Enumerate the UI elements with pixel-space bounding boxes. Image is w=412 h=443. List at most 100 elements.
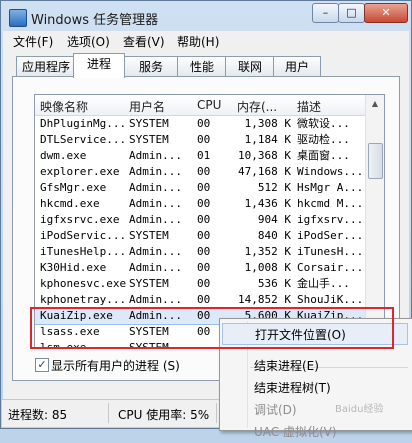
table-cell: 536 K <box>257 277 291 290</box>
table-cell: lsass.exe <box>40 325 100 338</box>
table-cell: igfxsrv... <box>297 213 364 226</box>
minimize-button[interactable]: – <box>312 3 339 23</box>
table-cell: igfxsrvc.exe <box>40 213 120 226</box>
table-cell: 512 K <box>257 181 291 194</box>
table-cell: 10,368 K <box>238 149 291 162</box>
show-all-users-label[interactable]: 显示所有用户的进程 (S) <box>51 357 180 374</box>
menu-file[interactable]: 文件(F) <box>13 33 53 50</box>
table-row[interactable]: DTLService... SYSTEM 00 1,184 K 驱动检... <box>35 132 365 148</box>
table-cell: Admin... <box>129 197 182 210</box>
table-cell: Admin... <box>129 149 182 162</box>
table-cell: 1,436 K <box>244 197 291 210</box>
table-cell: SYSTEM <box>129 133 169 146</box>
tab-applications[interactable]: 应用程序 <box>16 56 76 77</box>
table-cell: Admin... <box>129 165 182 178</box>
menu-view[interactable]: 查看(V) <box>123 33 165 50</box>
ctx-end-process-tree[interactable]: 结束进程树(T) <box>222 377 408 399</box>
table-cell: SYSTEM <box>129 117 169 130</box>
table-cell: 1,308 K <box>244 117 291 130</box>
table-cell: 00 <box>197 293 211 306</box>
status-cpu-usage: CPU 使用率: 5% <box>118 408 210 422</box>
table-row[interactable]: kphonesvc.exe SYSTEM 00 536 K 金山手... <box>35 276 365 292</box>
scroll-thumb[interactable] <box>368 143 383 179</box>
status-separator <box>216 403 217 423</box>
ctx-open-file-location[interactable]: 打开文件位置(O) <box>222 323 408 345</box>
tab-processes[interactable]: 进程 <box>73 53 125 78</box>
table-cell: 00 <box>197 245 211 258</box>
table-cell: 00 <box>197 229 211 242</box>
table-cell: 微软设... <box>297 117 350 130</box>
table-cell: explorer.exe <box>40 165 120 178</box>
table-cell: DhPluginMg... <box>40 117 126 130</box>
table-cell: Admin... <box>129 293 182 306</box>
table-row[interactable]: iTunesHelp... Admin... 00 1,352 K iTunesH... <box>35 244 365 260</box>
table-row[interactable]: explorer.exe Admin... 00 47,168 K Windows... <box>35 164 365 180</box>
table-row[interactable]: kphonetray... Admin... 00 14,852 K ShouJiK..… <box>35 292 365 308</box>
column-memory[interactable]: 内存(... <box>237 98 277 115</box>
task-manager-icon <box>9 9 27 27</box>
table-cell: 00 <box>197 197 211 210</box>
process-list[interactable]: 映像名称 用户名 CPU 内存(... 描述 DhPluginMg... SYST… <box>34 94 385 349</box>
table-cell: 904 K <box>257 213 291 226</box>
table-row[interactable]: hkcmd.exe Admin... 00 1,436 K hkcmd M... <box>35 196 365 212</box>
show-all-users-checkbox[interactable]: ✓ <box>35 358 49 372</box>
table-cell: DTLService... <box>40 133 126 146</box>
tab-networking[interactable]: 联网 <box>225 56 275 77</box>
table-cell: 00 <box>197 261 211 274</box>
table-row[interactable]: iPodServic... SYSTEM 00 840 K iPodSer... <box>35 228 365 244</box>
table-cell: SYSTEM <box>129 277 169 290</box>
title-bar[interactable]: Windows 任务管理器 – □ ✕ <box>1 1 411 31</box>
table-cell: 1,184 K <box>244 133 291 146</box>
menu-bar: 文件(F) 选项(O) 查看(V) 帮助(H) <box>3 31 409 51</box>
table-cell: 00 <box>197 165 211 178</box>
status-process-count: 进程数: 85 <box>8 408 68 422</box>
table-cell: 01 <box>197 149 211 162</box>
status-separator <box>108 403 109 423</box>
table-cell: iPodSer... <box>297 229 364 242</box>
table-cell: ShouJiK... <box>297 293 364 306</box>
table-cell: 00 <box>197 117 211 130</box>
table-row[interactable]: GfsMgr.exe Admin... 00 512 K HsMgr A... <box>35 180 365 196</box>
table-cell: Admin... <box>129 261 182 274</box>
table-row[interactable]: dwm.exe Admin... 01 10,368 K 桌面窗... <box>35 148 365 164</box>
process-list-scrollbar[interactable]: ▲ ▼ <box>365 95 384 348</box>
table-cell: SYSTEM <box>129 341 169 349</box>
table-cell: K30Hid.exe <box>40 261 107 274</box>
window-title: Windows 任务管理器 <box>31 13 159 28</box>
table-cell: Windows... <box>297 165 364 178</box>
table-cell: 1,008 K <box>244 261 291 274</box>
table-cell: 14,852 K <box>238 293 291 306</box>
menu-options[interactable]: 选项(O) <box>67 33 110 50</box>
column-user-name[interactable]: 用户名 <box>129 98 165 115</box>
table-cell: 840 K <box>257 229 291 242</box>
table-cell: dwm.exe <box>40 149 87 162</box>
table-cell: 驱动检... <box>297 133 350 146</box>
table-row[interactable]: K30Hid.exe Admin... 00 1,008 K Corsair... <box>35 260 365 276</box>
table-cell: Admin... <box>129 213 182 226</box>
table-cell: 金山手... <box>297 277 350 290</box>
table-cell: iTunesH... <box>297 245 364 258</box>
tab-services[interactable]: 服务 <box>123 56 179 77</box>
table-cell: KuaiZip.exe <box>40 309 113 322</box>
table-cell: Admin... <box>129 309 182 322</box>
tab-users[interactable]: 用户 <box>273 56 321 77</box>
maximize-button[interactable]: □ <box>338 3 365 23</box>
column-cpu[interactable]: CPU <box>197 98 221 112</box>
table-cell: GfsMgr.exe <box>40 181 107 194</box>
table-cell: 1,352 K <box>244 245 291 258</box>
table-cell: Admin... <box>129 245 182 258</box>
table-cell: iPodServic... <box>40 229 126 242</box>
table-cell: kphonesvc.exe <box>40 277 126 290</box>
scroll-up-arrow-icon[interactable]: ▲ <box>366 95 384 112</box>
column-image-name[interactable]: 映像名称 <box>40 98 88 115</box>
close-button[interactable]: ✕ <box>364 3 408 23</box>
table-row[interactable]: DhPluginMg... SYSTEM 00 1,308 K 微软设... <box>35 116 365 132</box>
menu-help[interactable]: 帮助(H) <box>177 33 219 50</box>
table-cell: iTunesHelp... <box>40 245 126 258</box>
table-cell: 47,168 K <box>238 165 291 178</box>
table-row[interactable]: igfxsrvc.exe Admin... 00 904 K igfxsrv... <box>35 212 365 228</box>
ctx-end-process[interactable]: 结束进程(E) <box>222 355 408 377</box>
column-description[interactable]: 描述 <box>297 98 321 115</box>
table-cell: SYSTEM <box>129 229 169 242</box>
tab-performance[interactable]: 性能 <box>177 56 227 77</box>
